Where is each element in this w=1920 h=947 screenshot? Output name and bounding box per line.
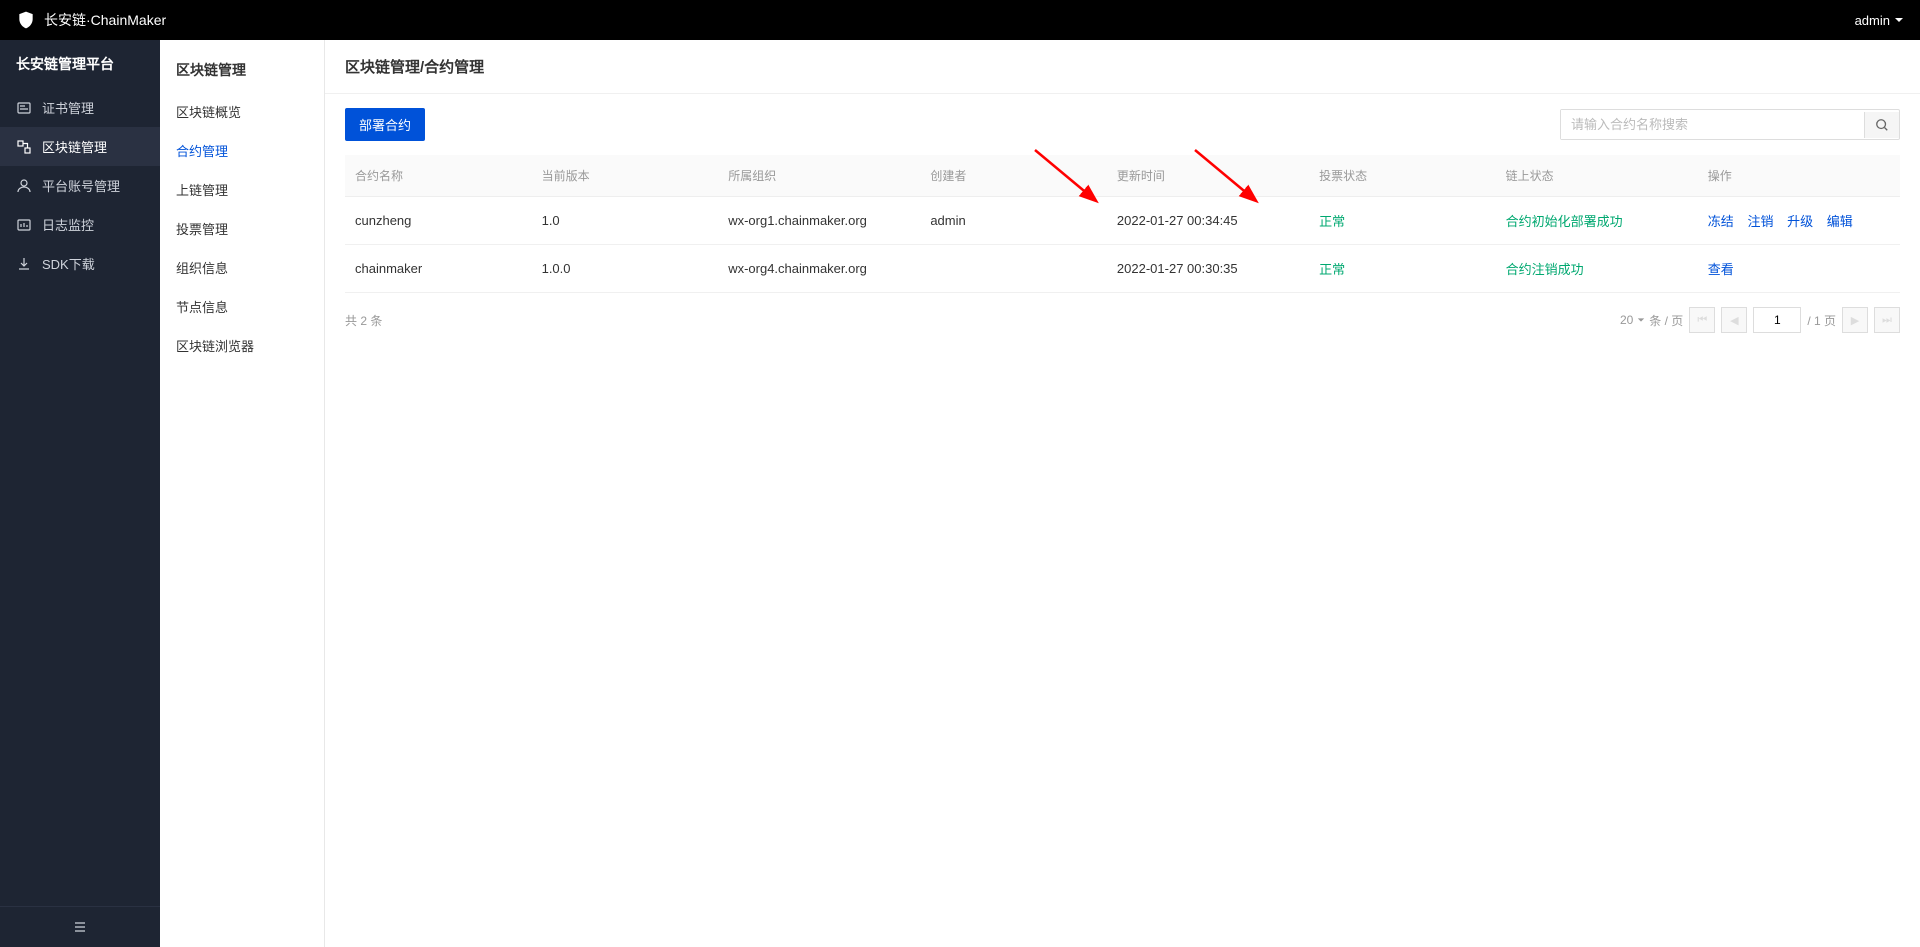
col-actions: 操作 xyxy=(1698,155,1900,197)
table-row: chainmaker 1.0.0 wx-org4.chainmaker.org … xyxy=(345,245,1900,293)
nav-label: 日志监控 xyxy=(42,215,94,234)
chain-icon xyxy=(16,139,32,155)
page-size-suffix: 条 / 页 xyxy=(1649,312,1683,329)
next-page-button[interactable]: ▶ xyxy=(1842,307,1868,333)
search-input[interactable] xyxy=(1561,110,1864,139)
col-creator: 创建者 xyxy=(920,155,1107,197)
col-votestatus: 投票状态 xyxy=(1309,155,1496,197)
shield-icon xyxy=(16,10,36,30)
sub-item-overview[interactable]: 区块链概览 xyxy=(160,92,324,131)
cell-name: cunzheng xyxy=(345,197,532,245)
cell-org: wx-org1.chainmaker.org xyxy=(718,197,920,245)
nav-label: 证书管理 xyxy=(42,98,94,117)
search-icon xyxy=(1875,118,1889,132)
main-container: 长安链管理平台 证书管理 区块链管理 平台账号管理 日志监控 SDK下载 xyxy=(0,40,1920,947)
download-icon xyxy=(16,256,32,272)
page-size-value: 20 xyxy=(1620,313,1633,327)
sub-menu-title: 区块链管理 xyxy=(160,48,324,92)
nav-item-sdk[interactable]: SDK下载 xyxy=(0,244,160,283)
collapse-icon[interactable] xyxy=(72,919,88,935)
action-view[interactable]: 查看 xyxy=(1708,262,1734,277)
nav-label: 区块链管理 xyxy=(42,137,107,156)
breadcrumb: 区块链管理/合约管理 xyxy=(325,40,1920,94)
nav-label: 平台账号管理 xyxy=(42,176,120,195)
pagination-controls: 20 条 / 页 ⏮ ◀ / 1 页 ▶ ⏭ xyxy=(1620,307,1900,333)
prev-page-button[interactable]: ◀ xyxy=(1721,307,1747,333)
sub-item-vote[interactable]: 投票管理 xyxy=(160,209,324,248)
cell-votestatus: 正常 xyxy=(1309,245,1496,293)
nav-item-blockchain[interactable]: 区块链管理 xyxy=(0,127,160,166)
nav-item-cert[interactable]: 证书管理 xyxy=(0,88,160,127)
action-edit[interactable]: 编辑 xyxy=(1827,214,1853,229)
search-button[interactable] xyxy=(1864,112,1899,138)
sub-item-explorer[interactable]: 区块链浏览器 xyxy=(160,326,324,365)
cell-creator xyxy=(920,245,1107,293)
table-wrapper: 合约名称 当前版本 所属组织 创建者 更新时间 投票状态 链上状态 操作 cun… xyxy=(325,155,1920,293)
log-icon xyxy=(16,217,32,233)
page-total-label: / 1 页 xyxy=(1807,312,1836,329)
col-version: 当前版本 xyxy=(532,155,719,197)
col-org: 所属组织 xyxy=(718,155,920,197)
sidebar-footer xyxy=(0,906,160,947)
sub-item-contract[interactable]: 合约管理 xyxy=(160,131,324,170)
chevron-down-icon xyxy=(1894,15,1904,25)
brand-text: 长安链·ChainMaker xyxy=(44,10,166,30)
cell-chainstatus: 合约初始化部署成功 xyxy=(1496,197,1698,245)
total-count: 共 2 条 xyxy=(345,312,382,329)
cell-updatetime: 2022-01-27 00:34:45 xyxy=(1107,197,1309,245)
user-icon xyxy=(16,178,32,194)
page-input[interactable] xyxy=(1753,307,1801,333)
sub-item-onchain[interactable]: 上链管理 xyxy=(160,170,324,209)
cell-creator: admin xyxy=(920,197,1107,245)
app-header: 长安链·ChainMaker admin xyxy=(0,0,1920,40)
primary-sidebar: 长安链管理平台 证书管理 区块链管理 平台账号管理 日志监控 SDK下载 xyxy=(0,40,160,947)
secondary-sidebar: 区块链管理 区块链概览 合约管理 上链管理 投票管理 组织信息 节点信息 区块链… xyxy=(160,40,325,947)
sub-item-node[interactable]: 节点信息 xyxy=(160,287,324,326)
table-row: cunzheng 1.0 wx-org1.chainmaker.org admi… xyxy=(345,197,1900,245)
action-revoke[interactable]: 注销 xyxy=(1747,214,1773,229)
user-name: admin xyxy=(1855,13,1890,28)
deploy-contract-button[interactable]: 部署合约 xyxy=(345,108,425,141)
cell-actions: 冻结 注销 升级 编辑 xyxy=(1698,197,1900,245)
nav-label: SDK下载 xyxy=(42,254,95,273)
sub-item-org[interactable]: 组织信息 xyxy=(160,248,324,287)
last-page-button[interactable]: ⏭ xyxy=(1874,307,1900,333)
cert-icon xyxy=(16,100,32,116)
col-name: 合约名称 xyxy=(345,155,532,197)
nav-item-log[interactable]: 日志监控 xyxy=(0,205,160,244)
sidebar-title: 长安链管理平台 xyxy=(0,40,160,88)
first-page-button[interactable]: ⏮ xyxy=(1689,307,1715,333)
page-size-selector[interactable]: 20 条 / 页 xyxy=(1620,312,1683,329)
content-area: 区块链管理/合约管理 部署合约 合约名称 当前版本 所属组织 创建者 xyxy=(325,40,1920,947)
contract-table: 合约名称 当前版本 所属组织 创建者 更新时间 投票状态 链上状态 操作 cun… xyxy=(345,155,1900,293)
cell-version: 1.0.0 xyxy=(532,245,719,293)
col-updatetime: 更新时间 xyxy=(1107,155,1309,197)
brand-logo: 长安链·ChainMaker xyxy=(16,10,166,30)
pagination: 共 2 条 20 条 / 页 ⏮ ◀ / 1 页 ▶ ⏭ xyxy=(325,293,1920,347)
action-freeze[interactable]: 冻结 xyxy=(1708,214,1734,229)
search-box xyxy=(1560,109,1900,140)
cell-updatetime: 2022-01-27 00:30:35 xyxy=(1107,245,1309,293)
cell-name: chainmaker xyxy=(345,245,532,293)
user-menu[interactable]: admin xyxy=(1855,13,1904,28)
cell-org: wx-org4.chainmaker.org xyxy=(718,245,920,293)
cell-chainstatus: 合约注销成功 xyxy=(1496,245,1698,293)
cell-votestatus: 正常 xyxy=(1309,197,1496,245)
chevron-down-icon xyxy=(1637,316,1645,324)
action-upgrade[interactable]: 升级 xyxy=(1787,214,1813,229)
table-header-row: 合约名称 当前版本 所属组织 创建者 更新时间 投票状态 链上状态 操作 xyxy=(345,155,1900,197)
nav-item-account[interactable]: 平台账号管理 xyxy=(0,166,160,205)
cell-actions: 查看 xyxy=(1698,245,1900,293)
col-chainstatus: 链上状态 xyxy=(1496,155,1698,197)
cell-version: 1.0 xyxy=(532,197,719,245)
toolbar: 部署合约 xyxy=(325,94,1920,155)
